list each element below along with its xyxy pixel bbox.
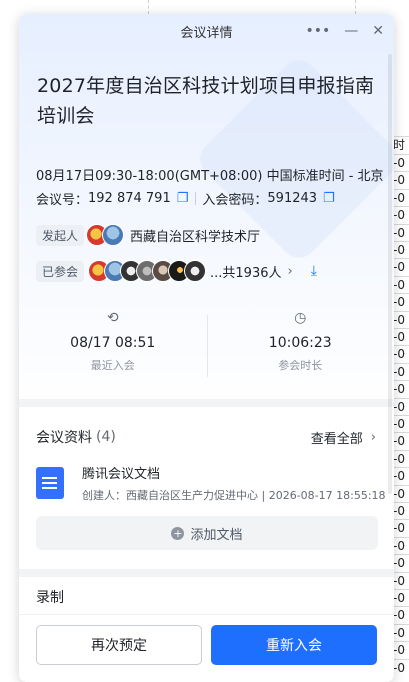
copy-icon[interactable]: ❐: [177, 191, 189, 206]
duration-label: 参会时长: [278, 359, 323, 372]
minimize-icon[interactable]: —: [344, 24, 358, 38]
meeting-title: 2027年度自治区科技计划项目申报指南培训会: [37, 75, 375, 127]
materials-count: (4): [96, 429, 116, 445]
attendance-stats: ⟲ 08/17 08:51 最近入会 ◷ 10:06:23 参会时长: [19, 309, 394, 384]
divider: [195, 192, 197, 205]
avatar: [184, 260, 207, 282]
title-bar: 会议详情 ••• — ✕: [19, 14, 394, 48]
document-name: 腾讯会议文档: [82, 467, 161, 482]
meeting-id-row: 会议号： 192 874 791 ❐ 入会密码： 591243 ❐: [36, 189, 340, 208]
participants-tag: 已参会: [36, 260, 85, 282]
rejoin-button[interactable]: 重新入会: [211, 625, 377, 665]
last-join-stat: ⟲ 08/17 08:51 最近入会: [19, 309, 207, 384]
last-join-value: 08/17 08:51: [70, 335, 156, 351]
background-gridline: [355, 0, 356, 14]
password-value: 591243: [267, 191, 318, 206]
document-item[interactable]: 腾讯会议文档 创建人：西藏自治区生产力促进中心 | 2026-08-17 18:…: [36, 463, 386, 503]
history-icon: ⟲: [106, 310, 119, 326]
more-icon[interactable]: •••: [305, 24, 330, 38]
document-info: 腾讯会议文档 创建人：西藏自治区生产力促进中心 | 2026-08-17 18:…: [82, 463, 386, 503]
view-all-link[interactable]: 查看全部 ›: [311, 428, 376, 447]
organizer-avatars: [86, 224, 125, 246]
close-icon[interactable]: ✕: [372, 24, 384, 38]
section-divider: [19, 399, 394, 407]
recording-title: 录制: [36, 590, 64, 606]
copy-icon[interactable]: ❐: [323, 191, 335, 206]
organizer-tag: 发起人: [36, 224, 85, 246]
last-join-label: 最近入会: [90, 359, 135, 372]
plus-icon: +: [171, 526, 185, 540]
add-document-label: 添加文档: [190, 527, 243, 543]
meeting-id-value: 192 874 791: [88, 191, 171, 206]
download-icon[interactable]: ⤓: [311, 263, 317, 279]
meeting-details-panel: 会议详情 ••• — ✕ 2027年度自治区科技计划项目申报指南培训会 08月1…: [19, 14, 394, 682]
password-label: 入会密码：: [202, 193, 268, 208]
organizer-row: 发起人 西藏自治区科学技术厅: [36, 224, 260, 246]
materials-header: 会议资料 (4) 查看全部 ›: [36, 427, 376, 447]
footer-actions: 再次预定 重新入会: [19, 614, 394, 682]
clock-icon: ◷: [294, 310, 307, 326]
scrollbar[interactable]: [388, 54, 392, 494]
meeting-id-label: 会议号：: [36, 193, 89, 208]
duration-stat: ◷ 10:06:23 参会时长: [206, 309, 395, 384]
section-divider: [19, 569, 394, 577]
participant-avatars: [88, 260, 207, 282]
duration-value: 10:06:23: [268, 335, 332, 351]
document-icon: [36, 467, 64, 499]
window-title: 会议详情: [180, 25, 233, 41]
view-all-label: 查看全部: [310, 431, 363, 447]
background-gridline: [148, 0, 149, 14]
add-document-button[interactable]: + 添加文档: [36, 516, 378, 550]
materials-title: 会议资料: [36, 430, 92, 446]
participant-count: ...共1936人: [210, 265, 282, 281]
meeting-time: 08月17日09:30-18:00(GMT+08:00) 中国标准时间 - 北京: [36, 169, 384, 184]
chevron-right-icon: ›: [287, 263, 293, 279]
participants-row[interactable]: 已参会 ...共1936人 › ⤓: [36, 260, 317, 282]
chevron-right-icon: ›: [370, 429, 376, 445]
reschedule-button[interactable]: 再次预定: [36, 625, 202, 665]
avatar: [102, 224, 125, 246]
window-controls: ••• — ✕: [305, 14, 384, 48]
document-meta: 创建人：西藏自治区生产力促进中心 | 2026-08-17 18:55:18: [82, 489, 386, 502]
organizer-name: 西藏自治区科学技术厅: [130, 229, 261, 245]
